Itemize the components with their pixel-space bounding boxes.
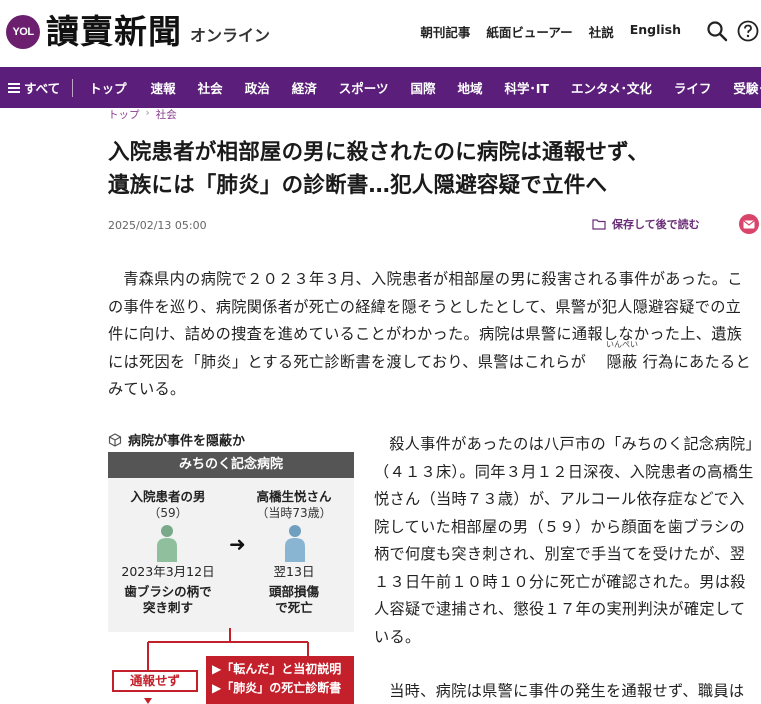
- article-paragraph-2: 殺人事件があったのは八戸市の「みちのく記念病院」（４１３床）。同年３月１２日深夜…: [374, 435, 754, 646]
- breadcrumb-society[interactable]: 社会: [156, 107, 177, 122]
- figure-left-sub: （59）: [148, 506, 188, 520]
- ruby-base: 隠蔽: [606, 352, 638, 371]
- logo-name: 讀賣新聞: [46, 12, 182, 51]
- nav-all-label: すべて: [24, 81, 61, 96]
- nav-item-local[interactable]: 地域: [458, 78, 483, 97]
- headline-line-1: 入院患者が相部屋の男に殺されたのに病院は通報せず、: [108, 140, 649, 165]
- yol-badge: YOL: [6, 15, 40, 49]
- not-reported-label: 通報せず: [112, 670, 198, 692]
- nav-item-breaking[interactable]: 速報: [151, 78, 176, 97]
- site-header: YOL 讀賣新聞 オンライン 朝刊記事 紙面ビューアー 社説 English: [0, 0, 761, 66]
- figure-title: 病院が事件を隠蔽か: [108, 430, 245, 449]
- util-link-viewer[interactable]: 紙面ビューアー: [486, 22, 572, 41]
- cover-up-item-2: ▶「肺炎」の死亡診断書: [212, 681, 342, 695]
- nav-item-society[interactable]: 社会: [198, 78, 223, 97]
- util-link-editorial[interactable]: 社説: [589, 22, 614, 41]
- figure-left-date: 2023年3月12日: [121, 564, 215, 579]
- nav-item-sports[interactable]: スポーツ: [339, 78, 389, 97]
- nav-item-politics[interactable]: 政治: [245, 78, 270, 97]
- article-headline: 入院患者が相部屋の男に殺されたのに病院は通報せず、 遺族には「肺炎」の診断書…犯…: [108, 136, 748, 202]
- nav-all-button[interactable]: すべて: [0, 78, 74, 97]
- save-later-label: 保存して後で読む: [612, 218, 700, 231]
- victim-figure-icon: [285, 525, 305, 562]
- save-later-button[interactable]: 保存して後で読む: [592, 216, 700, 232]
- breadcrumb-chevron-icon: ›: [145, 107, 150, 119]
- nav-item-international[interactable]: 国際: [410, 78, 435, 97]
- mail-icon: [743, 219, 755, 228]
- nav-item-entertainment[interactable]: エンタメ･文化: [571, 78, 652, 97]
- figure-lower: 通報せず ▶「転んだ」と当初説明 ▶「肺炎」の死亡診断書: [108, 628, 354, 704]
- nav-item-economy[interactable]: 経済: [292, 78, 317, 97]
- article-paragraph-3: 当時、病院は県警に事件の発生を通報せず、職員は: [389, 682, 745, 700]
- logo-suffix: オンライン: [190, 26, 271, 45]
- cube-icon: [108, 432, 122, 447]
- figure-right-sub: （当時73歳）: [256, 506, 332, 520]
- arrow-right-icon: ➜: [229, 532, 246, 556]
- figure-right-label: 高橋生悦さん: [256, 489, 332, 504]
- menu-icon: [8, 82, 20, 93]
- folder-icon: [592, 219, 606, 230]
- nav-items: トップ 速報 社会 政治 経済 スポーツ 国際 地域 科学･IT エンタメ･文化…: [73, 78, 761, 97]
- util-link-english[interactable]: English: [630, 22, 681, 41]
- breadcrumb-top[interactable]: トップ: [108, 107, 140, 122]
- nav-item-exam[interactable]: 受験･就活: [733, 78, 761, 97]
- nav-item-life[interactable]: ライフ: [674, 78, 712, 97]
- category-nav: すべて トップ 速報 社会 政治 経済 スポーツ 国際 地域 科学･IT エンタ…: [0, 67, 761, 108]
- figure-left-desc-1: 歯ブラシの柄で: [124, 584, 212, 599]
- figure-left-desc-2: 突き刺す: [142, 600, 193, 615]
- nav-item-science[interactable]: 科学･IT: [505, 78, 549, 97]
- person-figure-icon: [157, 525, 177, 562]
- cover-up-box: ▶「転んだ」と当初説明 ▶「肺炎」の死亡診断書: [206, 656, 354, 704]
- figure-title-text: 病院が事件を隠蔽か: [128, 434, 246, 449]
- figure-left-label: 入院患者の男: [130, 489, 206, 504]
- figure-diagram: みちのく記念病院 入院患者の男 （59） 2023年3月12日 歯ブラシの柄で …: [108, 452, 354, 632]
- figure-right-desc-2: で死亡: [275, 600, 313, 615]
- figure-hospital-header: みちのく記念病院: [108, 452, 354, 478]
- ruby-inpei: いんぺい 隠蔽: [591, 340, 638, 377]
- help-icon[interactable]: [737, 20, 759, 42]
- article-date: 2025/02/13 05:00: [108, 219, 207, 232]
- search-icon[interactable]: [706, 20, 728, 42]
- site-logo[interactable]: YOL 讀賣新聞 オンライン: [6, 14, 270, 50]
- headline-line-2: 遺族には「肺炎」の診断書…犯人隠避容疑で立件へ: [108, 173, 608, 198]
- cover-up-item-1: ▶「転んだ」と当初説明: [212, 662, 342, 676]
- figure-right-date: 翌13日: [273, 564, 315, 579]
- share-mail-button[interactable]: [739, 214, 759, 234]
- ruby-reading: いんぺい: [605, 339, 638, 349]
- nav-item-top[interactable]: トップ: [89, 78, 127, 97]
- util-link-morning[interactable]: 朝刊記事: [420, 22, 470, 41]
- utility-nav: 朝刊記事 紙面ビューアー 社説 English: [420, 22, 681, 41]
- figure-right-desc-1: 頭部損傷: [268, 584, 319, 599]
- article-paragraph-1: 青森県内の病院で２０２３年３月、入院患者が相部屋の男に殺害される事件があった。こ…: [108, 266, 754, 404]
- breadcrumb: トップ › 社会: [108, 107, 177, 122]
